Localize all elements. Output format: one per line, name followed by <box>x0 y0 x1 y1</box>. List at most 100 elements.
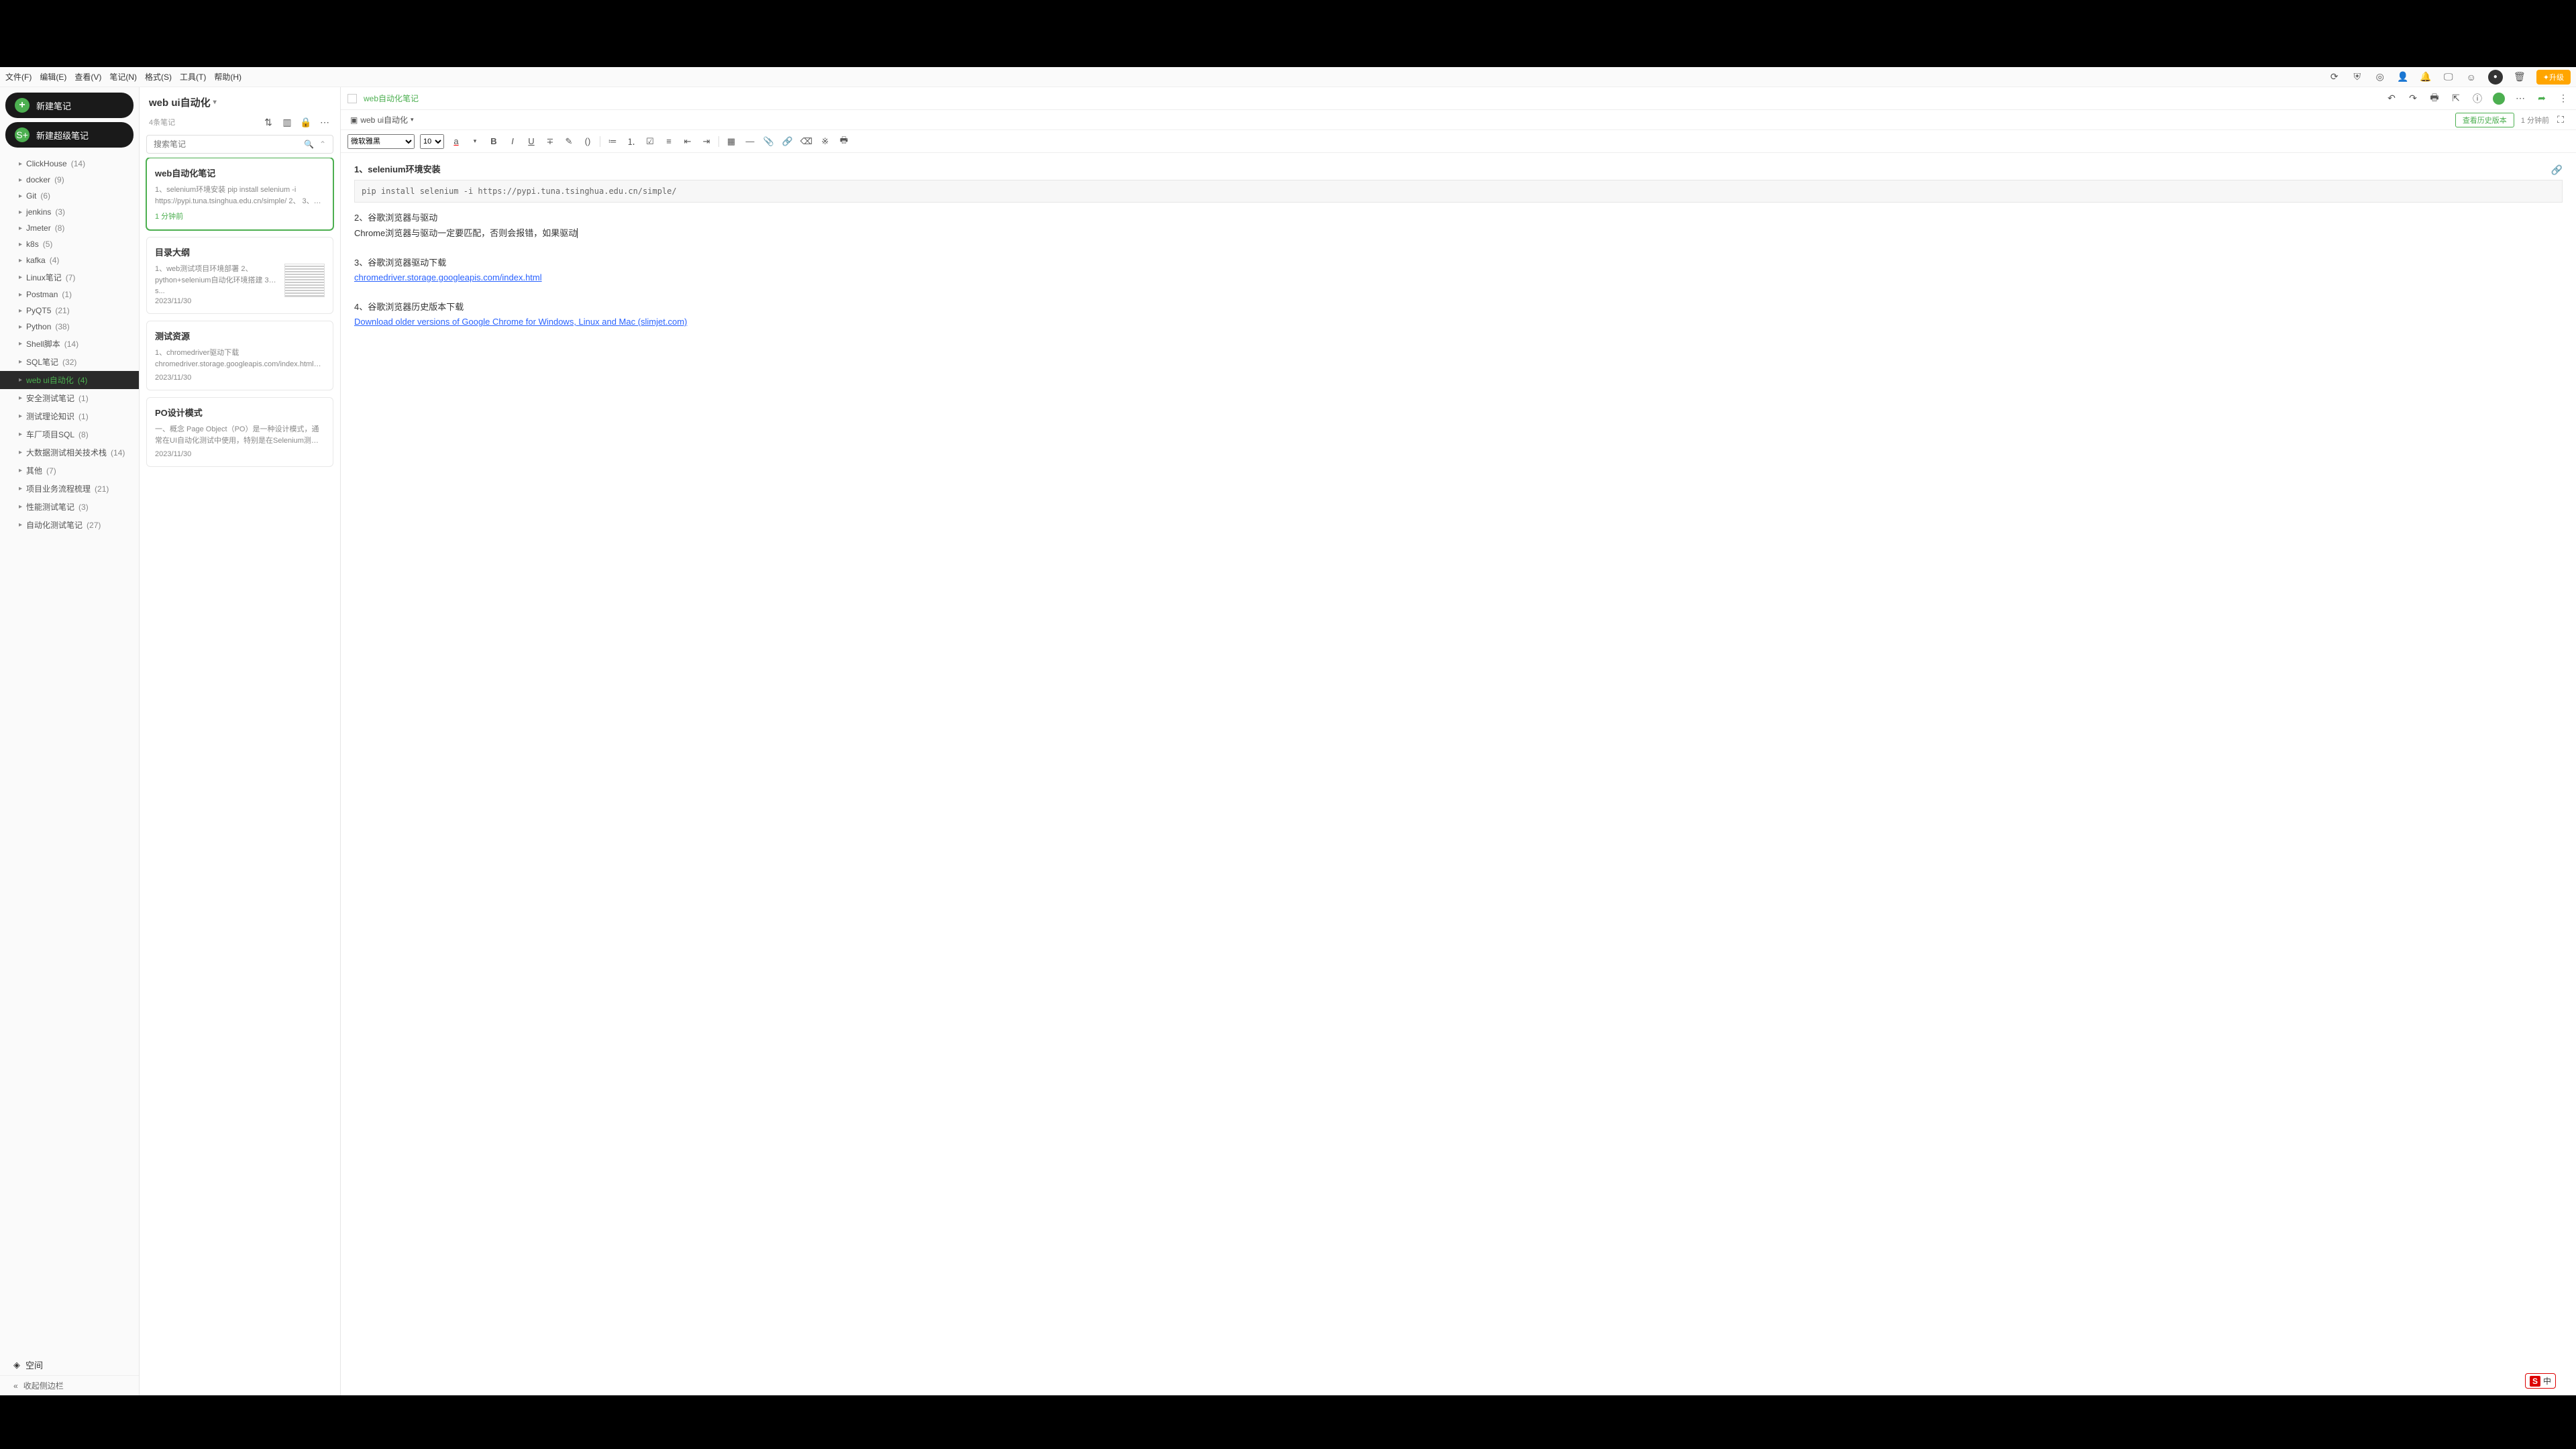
menu-tools[interactable]: 工具(T) <box>180 71 206 83</box>
note-card[interactable]: 目录大纲1、web测试项目环境部署 2、python+selenium自动化环境… <box>146 237 333 314</box>
info-icon[interactable]: ⓘ <box>2471 93 2483 105</box>
search-input[interactable] <box>154 140 299 149</box>
redo-icon[interactable]: ↷ <box>2407 93 2419 105</box>
link-icon[interactable]: 🔗 <box>781 135 794 148</box>
code-block[interactable]: pip install selenium -i https://pypi.tun… <box>354 180 2563 203</box>
breadcrumb[interactable]: ▣ web ui自动化 ▾ <box>350 114 414 125</box>
sidebar-item-大数据测试相关技术栈[interactable]: ▸大数据测试相关技术栈 (14) <box>0 443 139 462</box>
indent-icon[interactable]: ⇥ <box>700 135 713 148</box>
menu-dots-icon[interactable]: ⋮ <box>2557 93 2569 105</box>
monitor-icon[interactable]: 🖵 <box>2443 71 2455 83</box>
sort-icon[interactable]: ⇅ <box>262 116 274 128</box>
trash-icon[interactable]: 🗑 <box>2514 71 2526 83</box>
clear-format-icon[interactable]: ⌫ <box>800 135 813 148</box>
print2-icon[interactable]: 🖶 <box>837 135 851 148</box>
highlight-icon[interactable]: ✎ <box>562 135 576 148</box>
more-dots-icon[interactable]: ⋯ <box>2514 93 2526 105</box>
number-list-icon[interactable]: ⒈ <box>625 135 638 148</box>
bullet-list-icon[interactable]: ≔ <box>606 135 619 148</box>
menu-help[interactable]: 帮助(H) <box>214 71 241 83</box>
font-color-dropdown-icon[interactable]: ▾ <box>468 135 482 148</box>
note-card[interactable]: 测试资源1、chromedriver驱动下载 chromedriver.stor… <box>146 321 333 390</box>
chrome-history-link[interactable]: Download older versions of Google Chrome… <box>354 317 687 327</box>
chevron-down-icon[interactable]: ▾ <box>213 99 217 106</box>
sidebar-item-Linux笔记[interactable]: ▸Linux笔记 (7) <box>0 268 139 286</box>
checklist-icon[interactable]: ☑ <box>643 135 657 148</box>
sidebar-item-PyQT5[interactable]: ▸PyQT5 (21) <box>0 303 139 319</box>
undo-icon[interactable]: ↶ <box>2385 93 2398 105</box>
code-icon[interactable]: () <box>581 135 594 148</box>
special-icon[interactable]: ※ <box>818 135 832 148</box>
contacts-icon[interactable]: 👤 <box>2397 71 2409 83</box>
note-card[interactable]: web自动化笔记1、selenium环境安装 pip install selen… <box>146 158 333 230</box>
sidebar-item-web ui自动化[interactable]: ▸web ui自动化 (4) <box>0 371 139 389</box>
font-select[interactable]: 微软雅黑 <box>347 134 415 149</box>
refresh-icon[interactable]: ⟳ <box>2328 71 2341 83</box>
sidebar-item-kafka[interactable]: ▸kafka (4) <box>0 252 139 268</box>
shield-icon[interactable]: ⛨ <box>2351 71 2363 83</box>
menu-note[interactable]: 笔记(N) <box>109 71 137 83</box>
bell-icon[interactable]: 🔔 <box>2420 71 2432 83</box>
sidebar-item-自动化测试笔记[interactable]: ▸自动化测试笔记 (27) <box>0 516 139 534</box>
sidebar-item-项目业务流程梳理[interactable]: ▸项目业务流程梳理 (21) <box>0 480 139 498</box>
align-icon[interactable]: ≡ <box>662 135 676 148</box>
editor-tab[interactable]: web自动化笔记 <box>364 93 419 104</box>
history-button[interactable]: 查看历史版本 <box>2455 113 2514 127</box>
search-icon[interactable]: 🔍 <box>304 140 314 149</box>
sidebar-item-Postman[interactable]: ▸Postman (1) <box>0 286 139 303</box>
table-icon[interactable]: ▦ <box>724 135 738 148</box>
sidebar-item-count: (14) <box>64 339 78 349</box>
sidebar-item-Python[interactable]: ▸Python (38) <box>0 319 139 335</box>
share-icon[interactable]: ➦ <box>2536 93 2548 105</box>
export-icon[interactable]: ⇱ <box>2450 93 2462 105</box>
note-card[interactable]: PO设计模式一、概念 Page Object（PO）是一种设计模式，通常在UI自… <box>146 397 333 467</box>
hr-icon[interactable]: — <box>743 135 757 148</box>
sidebar-item-SQL笔记[interactable]: ▸SQL笔记 (32) <box>0 353 139 371</box>
font-size-select[interactable]: 10 <box>420 134 444 149</box>
new-note-button[interactable]: + 新建笔记 <box>5 93 133 118</box>
avatar[interactable]: ● <box>2488 70 2503 85</box>
lock-icon[interactable]: 🔒 <box>300 116 312 128</box>
bold-icon[interactable]: B <box>487 135 500 148</box>
attach-icon[interactable]: 📎 <box>762 135 775 148</box>
editor-content[interactable]: 🔗 1、selenium环境安装 pip install selenium -i… <box>341 153 2576 1395</box>
more-icon[interactable]: ⋯ <box>319 116 331 128</box>
space-item[interactable]: ◈ 空间 <box>0 1354 139 1375</box>
menu-view[interactable]: 查看(V) <box>74 71 101 83</box>
anchor-link-icon[interactable]: 🔗 <box>2551 162 2563 178</box>
italic-icon[interactable]: I <box>506 135 519 148</box>
sidebar-item-Git[interactable]: ▸Git (6) <box>0 188 139 204</box>
sidebar-item-ClickHouse[interactable]: ▸ClickHouse (14) <box>0 156 139 172</box>
share-avatar-icon[interactable] <box>2493 93 2505 105</box>
underline-icon[interactable]: U <box>525 135 538 148</box>
sidebar-item-k8s[interactable]: ▸k8s (5) <box>0 236 139 252</box>
sidebar-item-测试理论知识[interactable]: ▸测试理论知识 (1) <box>0 407 139 425</box>
smile-icon[interactable]: ☺ <box>2465 71 2477 83</box>
sidebar-item-安全测试笔记[interactable]: ▸安全测试笔记 (1) <box>0 389 139 407</box>
sidebar-item-车厂项目SQL[interactable]: ▸车厂项目SQL (8) <box>0 425 139 443</box>
expand-icon[interactable]: ⛶ <box>2555 114 2567 126</box>
sidebar-item-Jmeter[interactable]: ▸Jmeter (8) <box>0 220 139 236</box>
sidebar-item-性能测试笔记[interactable]: ▸性能测试笔记 (3) <box>0 498 139 516</box>
sidebar-item-其他[interactable]: ▸其他 (7) <box>0 462 139 480</box>
outdent-icon[interactable]: ⇤ <box>681 135 694 148</box>
sidebar-item-Shell脚本[interactable]: ▸Shell脚本 (14) <box>0 335 139 353</box>
menu-file[interactable]: 文件(F) <box>5 71 32 83</box>
upgrade-button[interactable]: ✦升级 <box>2536 70 2571 85</box>
collapse-sidebar[interactable]: « 收起侧边栏 <box>0 1375 139 1395</box>
print-icon[interactable]: 🖶 <box>2428 93 2440 105</box>
menu-format[interactable]: 格式(S) <box>145 71 172 83</box>
search-box[interactable]: 🔍 ⌃ <box>146 135 333 154</box>
chevron-up-icon[interactable]: ⌃ <box>319 140 326 149</box>
strike-icon[interactable]: ∓ <box>543 135 557 148</box>
sidebar-item-docker[interactable]: ▸docker (9) <box>0 172 139 188</box>
menu-edit[interactable]: 编辑(E) <box>40 71 66 83</box>
chromedriver-link[interactable]: chromedriver.storage.googleapis.com/inde… <box>354 272 542 282</box>
sidebar-item-jenkins[interactable]: ▸jenkins (3) <box>0 204 139 220</box>
font-color-icon[interactable]: a <box>449 135 463 148</box>
ime-badge[interactable]: S 中 <box>2525 1373 2556 1389</box>
target-icon[interactable]: ◎ <box>2374 71 2386 83</box>
layout-icon[interactable]: ▥ <box>281 116 293 128</box>
new-super-note-button[interactable]: S+ 新建超级笔记 <box>5 122 133 148</box>
folder-icon: ▸ <box>19 358 22 366</box>
